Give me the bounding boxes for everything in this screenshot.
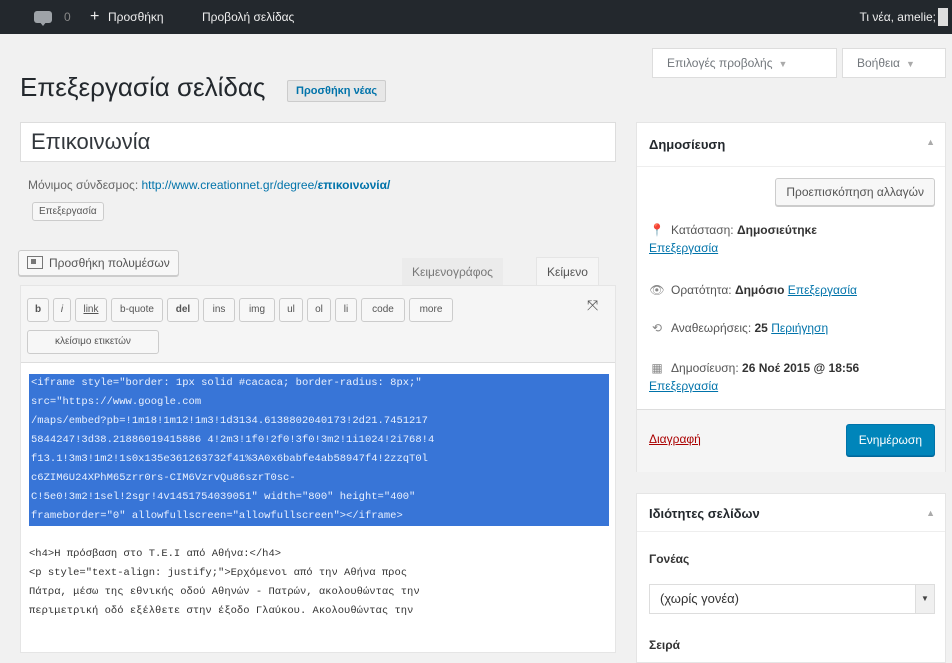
permalink: Μόνιμος σύνδεσμος: http://www.creationne…: [28, 178, 390, 192]
collapse-up-icon[interactable]: ▲: [926, 508, 935, 518]
pin-icon: 📍: [649, 223, 665, 237]
plus-icon[interactable]: +: [90, 0, 99, 34]
help-label: Βοήθεια: [857, 56, 900, 70]
chevron-down-icon: ▼: [915, 585, 934, 613]
chevron-down-icon: ▼: [905, 59, 915, 69]
comments-count[interactable]: 0: [64, 0, 71, 34]
quicktag-bquote-button[interactable]: b-quote: [111, 298, 163, 322]
major-publishing-actions: Διαγραφή Ενημέρωση: [637, 409, 945, 472]
edit-slug-button[interactable]: Επεξεργασία: [32, 202, 104, 221]
revisions-value: 25: [754, 321, 768, 335]
visibility-row: 👁 Ορατότητα: Δημόσιο Επεξεργασία: [649, 281, 939, 299]
revisions-label: Αναθεωρήσεις:: [671, 321, 752, 335]
published-value: 26 Νοέ 2015 @ 18:56: [742, 361, 860, 375]
parent-select-value: (χωρίς γονέα): [660, 591, 739, 606]
eye-icon: 👁: [649, 283, 665, 297]
publish-box-title[interactable]: Δημοσίευση ▲: [637, 123, 945, 167]
add-new-menu[interactable]: Προσθήκη: [108, 0, 164, 34]
status-row: 📍 Κατάσταση: Δημοσιεύτηκε Επεξεργασία: [649, 221, 939, 257]
attributes-title: Ιδιότητες σελίδων: [649, 506, 760, 521]
publish-box: Δημοσίευση ▲ Προεπισκόπηση αλλαγών 📍 Κατά…: [636, 122, 946, 472]
preview-changes-button[interactable]: Προεπισκόπηση αλλαγών: [775, 178, 935, 206]
screen-options-tab[interactable]: Επιλογές προβολής ▼: [652, 48, 837, 78]
revisions-row: ⟲ Αναθεωρήσεις: 25 Περιήγηση: [649, 319, 939, 337]
update-button[interactable]: Ενημέρωση: [845, 424, 935, 456]
add-new-button[interactable]: Προσθήκη νέας: [287, 80, 387, 102]
quicktag-link-button[interactable]: link: [75, 298, 107, 322]
add-media-button[interactable]: Προσθήκη πολυμέσων: [18, 250, 179, 276]
visibility-label: Ορατότητα:: [671, 283, 732, 297]
visibility-edit-link[interactable]: Επεξεργασία: [788, 283, 857, 297]
published-label: Δημοσίευση:: [671, 361, 739, 375]
quicktags-toolbar: b i link b-quote del ins img ul ol li co…: [21, 286, 615, 363]
screen-options-label: Επιλογές προβολής: [667, 56, 773, 70]
page-title: Επεξεργασία σελίδας: [20, 72, 266, 102]
media-icon: [27, 256, 43, 269]
permalink-label: Μόνιμος σύνδεσμος:: [28, 178, 139, 192]
attributes-box-title[interactable]: Ιδιότητες σελίδων ▲: [637, 494, 945, 532]
code-line: Πάτρα, μέσω της εθνικής οδού Αθηνών - Πα…: [29, 586, 420, 598]
quicktag-code-button[interactable]: code: [361, 298, 405, 322]
text-editor[interactable]: b i link b-quote del ins img ul ol li co…: [20, 285, 616, 653]
quicktag-ol-button[interactable]: ol: [307, 298, 331, 322]
order-label: Σειρά: [649, 638, 681, 652]
tab-visual[interactable]: Κειμενογράφος: [402, 258, 503, 286]
delete-link[interactable]: Διαγραφή: [649, 432, 701, 446]
permalink-base: http://www.creationnet.gr/degree/: [141, 178, 318, 192]
publish-title: Δημοσίευση: [649, 137, 726, 152]
post-title-input[interactable]: Επικοινωνία: [20, 122, 616, 162]
published-edit-link[interactable]: Επεξεργασία: [649, 379, 718, 393]
selected-code-line: frameborder="0" allowfullscreen="allowfu…: [29, 507, 609, 526]
quicktag-bold-button[interactable]: b: [27, 298, 49, 322]
user-menu[interactable]: Τι νέα, amelie;: [859, 0, 936, 34]
status-label: Κατάσταση:: [671, 223, 734, 237]
parent-label: Γονέας: [649, 552, 690, 566]
status-edit-link[interactable]: Επεξεργασία: [649, 241, 718, 255]
quicktag-del-button[interactable]: del: [167, 298, 199, 322]
page-attributes-box: Ιδιότητες σελίδων ▲ Γονέας (χωρίς γονέα)…: [636, 493, 946, 663]
revisions-browse-link[interactable]: Περιήγηση: [771, 321, 828, 335]
status-value: Δημοσιεύτηκε: [736, 223, 817, 237]
add-media-label: Προσθήκη πολυμέσων: [49, 256, 170, 270]
help-tab[interactable]: Βοήθεια ▼: [842, 48, 946, 78]
wordpress-logo-icon[interactable]: [34, 11, 52, 26]
admin-bar: 0 + Προσθήκη Προβολή σελίδας Τι νέα, ame…: [0, 0, 952, 34]
quicktag-img-button[interactable]: img: [239, 298, 275, 322]
quicktag-italic-button[interactable]: i: [53, 298, 71, 322]
selected-code-line: src="https://www.google.com: [29, 393, 609, 412]
code-content[interactable]: <iframe style="border: 1px solid #cacaca…: [29, 374, 609, 621]
code-line: <h4>Η πρόσβαση στο Τ.Ε.Ι από Αθήνα:</h4>: [29, 548, 282, 560]
code-line: <p style="text-align: justify;">Ερχόμενο…: [29, 567, 408, 579]
selected-code-line: <iframe style="border: 1px solid #cacaca…: [29, 374, 609, 393]
code-line: περιμετρική οδό εξέλθετε στην έξοδο Γλαύ…: [29, 605, 414, 617]
history-icon: ⟲: [651, 321, 663, 335]
permalink-link[interactable]: http://www.creationnet.gr/degree/επικοιν…: [142, 178, 391, 192]
tab-text[interactable]: Κείμενο: [536, 257, 599, 286]
quicktag-li-button[interactable]: li: [335, 298, 357, 322]
quicktag-ins-button[interactable]: ins: [203, 298, 235, 322]
collapse-up-icon[interactable]: ▲: [926, 137, 935, 147]
quicktag-more-button[interactable]: more: [409, 298, 453, 322]
selected-code-line: 5844247!3d38.21886019415886 4!2m3!1f0!2f…: [29, 431, 609, 450]
selected-code-line: c6ZIM6U24XPhM65zrr0rs-CIM6VzrvQu86szrT0s…: [29, 469, 609, 488]
calendar-icon: ▦: [651, 361, 663, 375]
selected-code-line: /maps/embed?pb=!1m18!1m12!1m3!1d3134.613…: [29, 412, 609, 431]
fullscreen-icon[interactable]: ⤧: [587, 298, 601, 312]
quicktag-close-tags-button[interactable]: κλείσιμο ετικετών: [27, 330, 159, 354]
view-page-link[interactable]: Προβολή σελίδας: [202, 0, 294, 34]
quicktag-ul-button[interactable]: ul: [279, 298, 303, 322]
selected-code-line: C!5e0!3m2!1sel!2sgr!4v1451754039051" wid…: [29, 488, 609, 507]
parent-select[interactable]: (χωρίς γονέα) ▼: [649, 584, 935, 614]
chevron-down-icon: ▼: [778, 59, 788, 69]
visibility-value: Δημόσιο: [734, 283, 785, 297]
selected-code-line: f13.1!3m3!1m2!1s0x135e361263732f41%3A0x6…: [29, 450, 609, 469]
published-row: ▦ Δημοσίευση: 26 Νοέ 2015 @ 18:56 Επεξεργ…: [649, 359, 939, 395]
permalink-slug: επικοινωνία/: [317, 178, 391, 192]
avatar[interactable]: [938, 8, 948, 26]
